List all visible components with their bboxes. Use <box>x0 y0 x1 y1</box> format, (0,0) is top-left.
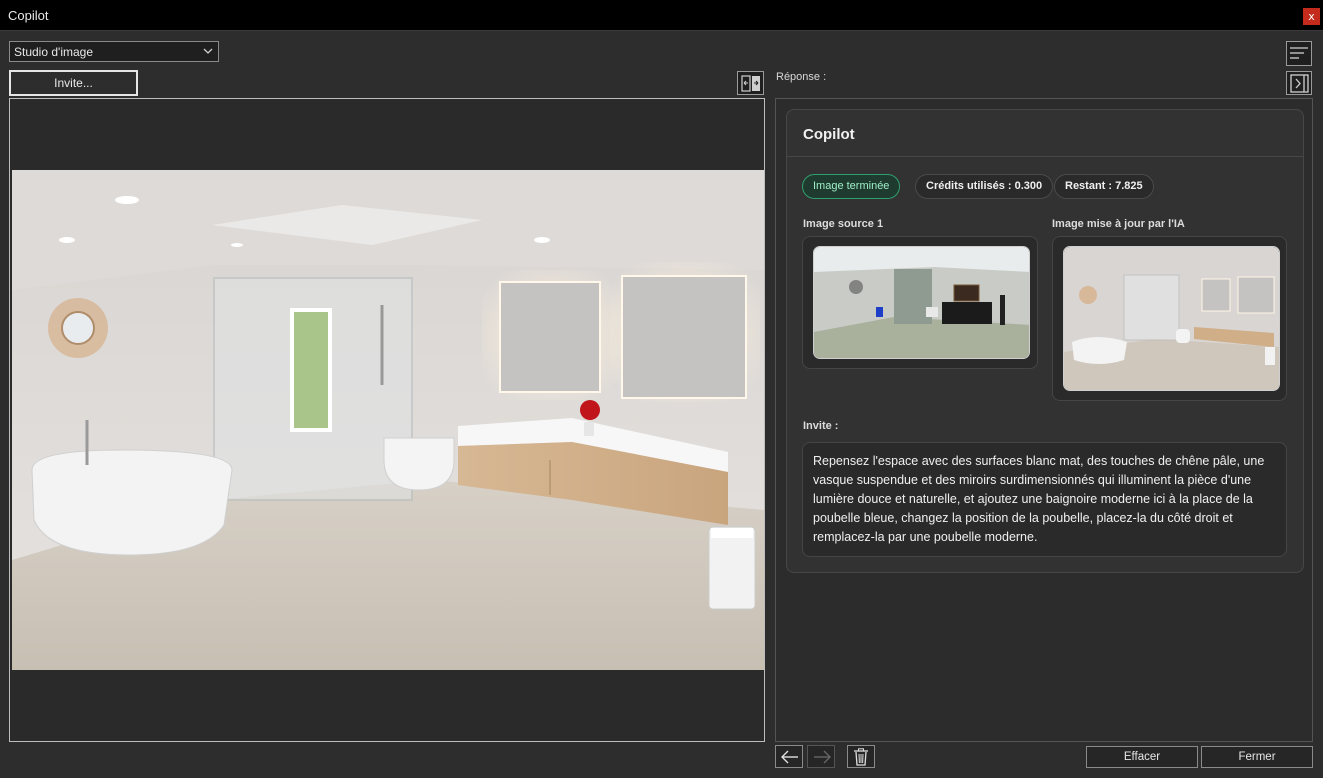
updated-render-image <box>1064 247 1279 390</box>
clear-button[interactable]: Effacer <box>1086 746 1198 768</box>
updated-image-box <box>1052 236 1287 401</box>
menu-button[interactable] <box>1286 41 1312 66</box>
swap-panels-icon <box>741 75 760 92</box>
trash-icon <box>854 748 868 766</box>
chevron-down-icon <box>203 48 213 54</box>
response-card: Copilot Image terminée Crédits utilisés … <box>786 109 1304 573</box>
response-panel: Copilot Image terminée Crédits utilisés … <box>775 98 1313 742</box>
source-render-image <box>814 247 1029 358</box>
status-badge: Image terminée <box>802 174 901 199</box>
arrow-left-icon <box>781 750 798 764</box>
remaining-badge: Restant : 7.825 <box>1054 174 1154 199</box>
collapse-panel-icon <box>1290 74 1309 93</box>
prompt-label: Invite : <box>803 420 839 432</box>
response-label: Réponse : <box>776 71 827 83</box>
title-bar: Copilot x <box>0 0 1323 31</box>
image-canvas[interactable] <box>9 98 765 742</box>
updated-image-thumbnail[interactable] <box>1063 246 1280 391</box>
card-title: Copilot <box>803 126 855 143</box>
swap-panels-button[interactable] <box>737 71 764 95</box>
menu-lines-icon <box>1290 47 1308 59</box>
collapse-panel-button[interactable] <box>1286 71 1312 95</box>
source-image-label: Image source 1 <box>803 218 884 230</box>
card-divider <box>787 156 1303 157</box>
credits-badge: Crédits utilisés : 0.300 <box>915 174 1054 199</box>
updated-image-label: Image mise à jour par l'IA <box>1052 218 1185 230</box>
bathroom-render-image <box>12 170 764 670</box>
source-image-thumbnail[interactable] <box>813 246 1030 359</box>
prompt-text: Repensez l'espace avec des surfaces blan… <box>802 442 1287 557</box>
delete-button[interactable] <box>847 745 875 768</box>
close-window-button[interactable]: x <box>1303 8 1320 25</box>
mode-select-value: Studio d'image <box>14 45 94 59</box>
sunburst-mirror-decor <box>48 298 108 358</box>
previous-button[interactable] <box>775 745 803 768</box>
close-button[interactable]: Fermer <box>1201 746 1313 768</box>
next-button[interactable] <box>807 745 835 768</box>
arrow-right-icon <box>814 750 831 764</box>
source-image-box <box>802 236 1038 369</box>
window-title: Copilot <box>8 8 49 23</box>
invite-button[interactable]: Invite... <box>9 70 138 96</box>
mode-select[interactable]: Studio d'image <box>9 41 219 62</box>
